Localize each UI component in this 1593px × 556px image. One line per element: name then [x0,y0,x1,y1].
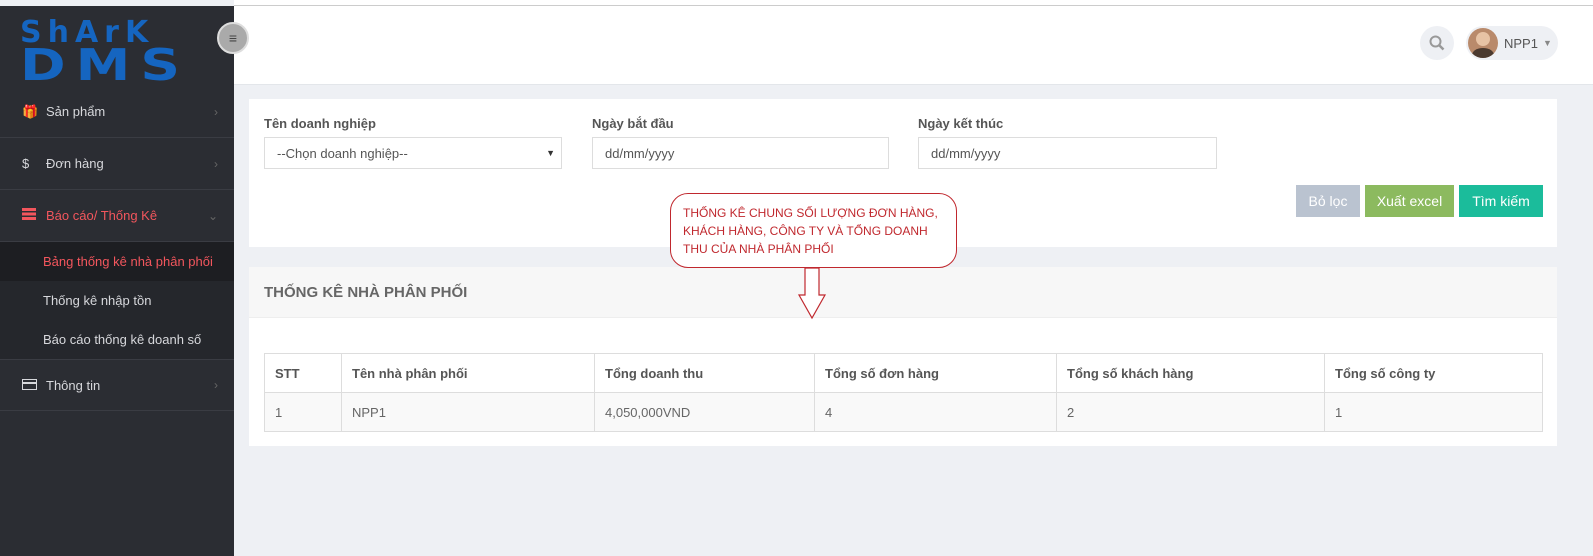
search-icon[interactable] [1420,26,1454,60]
end-date-label: Ngày kết thúc [918,116,1004,131]
column-header[interactable]: Tổng số đơn hàng [814,353,1057,393]
sidebar-item-label: Báo cáo/ Thống Kê [46,208,158,223]
stats-panel: THỐNG KÊ NHÀ PHÂN PHỐI STT Tên nhà phân … [249,267,1557,446]
export-excel-button[interactable]: Xuất excel [1365,185,1454,217]
company-select[interactable]: --Chọn doanh nghiệp-- ▼ [264,137,562,169]
gift-icon: 🎁 [22,103,39,119]
card-icon [22,378,40,393]
table-cell: 1 [1324,392,1543,432]
company-label: Tên doanh nghiệp [264,116,376,131]
down-arrow-icon [797,267,827,320]
search-button[interactable]: Tìm kiếm [1459,185,1543,217]
column-header[interactable]: Tổng số khách hàng [1056,353,1325,393]
report-icon [22,208,40,223]
submenu-item-inventory-stats[interactable]: Thống kê nhập tồn [0,281,234,320]
chevron-down-icon: ▼ [1542,38,1552,48]
sidebar-item-products[interactable]: 🎁 Sản phẩm › [0,86,234,138]
submenu-item-sales-report[interactable]: Báo cáo thống kê doanh số [0,320,234,359]
stats-table: STT Tên nhà phân phối Tổng doanh thu Tổn… [264,353,1543,432]
column-header[interactable]: Tổng số công ty [1324,353,1543,393]
logo[interactable]: ShArK DMS [0,6,234,91]
chevron-down-icon: ⌄ [207,208,218,223]
start-date-label: Ngày bắt đầu [592,116,674,131]
sidebar-item-reports[interactable]: Báo cáo/ Thống Kê ⌄ [0,190,234,242]
table-cell: 4,050,000VND [594,392,815,432]
stats-title: THỐNG KÊ NHÀ PHÂN PHỐI [249,267,1557,318]
column-header[interactable]: STT [264,353,342,393]
callout-annotation: THỐNG KÊ CHUNG SỐI LƯỢNG ĐƠN HÀNG, KHÁCH… [670,193,957,268]
avatar [1468,28,1498,58]
sidebar-nav: 🎁 Sản phẩm › $ Đơn hàng › Báo cáo/ Thống… [0,86,234,411]
end-date-placeholder: dd/mm/yyyy [931,145,1001,161]
logo-line2: DMS [20,40,190,91]
table-cell: NPP1 [341,392,595,432]
menu-toggle-icon[interactable]: ≡ [217,22,249,54]
sidebar-item-info[interactable]: Thông tin › [0,359,234,411]
table-cell: 4 [814,392,1057,432]
top-header: NPP1 ▼ [234,6,1593,85]
table-header-row: STT Tên nhà phân phối Tổng doanh thu Tổn… [264,353,1543,393]
column-header[interactable]: Tổng doanh thu [594,353,815,393]
chevron-right-icon: › [214,156,218,171]
dollar-icon: $ [22,156,30,171]
sidebar-item-label: Sản phẩm [46,104,106,119]
start-date-input[interactable]: dd/mm/yyyy [592,137,889,169]
chevron-right-icon: › [214,104,218,119]
sidebar-item-label: Đơn hàng [46,156,104,171]
sidebar: ShArK DMS 🎁 Sản phẩm › $ Đơn hàng › Báo … [0,6,234,556]
sidebar-item-orders[interactable]: $ Đơn hàng › [0,138,234,190]
sidebar-item-label: Thông tin [46,377,101,393]
user-menu[interactable]: NPP1 ▼ [1466,26,1558,60]
end-date-input[interactable]: dd/mm/yyyy [918,137,1217,169]
clear-filter-button[interactable]: Bỏ lọc [1296,185,1360,217]
start-date-placeholder: dd/mm/yyyy [605,145,675,161]
user-name: NPP1 [1504,35,1538,51]
table-cell: 1 [264,392,342,432]
column-header[interactable]: Tên nhà phân phối [341,353,595,393]
chevron-right-icon: › [214,378,218,392]
company-select-value: --Chọn doanh nghiệp-- [277,145,408,161]
reports-submenu: Bảng thống kê nhà phân phối Thống kê nhậ… [0,242,234,359]
table-row[interactable]: 1 NPP1 4,050,000VND 4 2 1 [264,392,1543,432]
submenu-item-distributor-stats[interactable]: Bảng thống kê nhà phân phối [0,242,234,281]
table-cell: 2 [1056,392,1325,432]
caret-down-icon: ▼ [546,148,555,158]
